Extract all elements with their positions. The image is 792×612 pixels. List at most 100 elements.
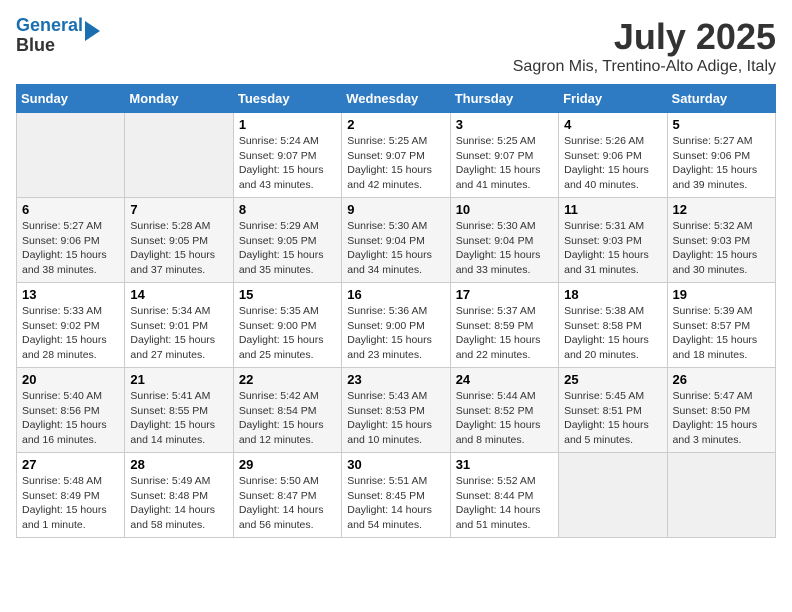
day-number: 20 — [22, 372, 119, 387]
day-number: 5 — [673, 117, 770, 132]
day-number: 10 — [456, 202, 553, 217]
day-number: 24 — [456, 372, 553, 387]
day-info: Sunrise: 5:51 AM Sunset: 8:45 PM Dayligh… — [347, 474, 444, 533]
day-info: Sunrise: 5:35 AM Sunset: 9:00 PM Dayligh… — [239, 304, 336, 363]
day-info: Sunrise: 5:28 AM Sunset: 9:05 PM Dayligh… — [130, 219, 227, 278]
calendar-cell — [125, 113, 233, 198]
day-info: Sunrise: 5:24 AM Sunset: 9:07 PM Dayligh… — [239, 134, 336, 193]
calendar-cell: 3Sunrise: 5:25 AM Sunset: 9:07 PM Daylig… — [450, 113, 558, 198]
day-number: 23 — [347, 372, 444, 387]
location-subtitle: Sagron Mis, Trentino-Alto Adige, Italy — [513, 58, 776, 76]
title-block: July 2025 Sagron Mis, Trentino-Alto Adig… — [513, 16, 776, 76]
day-info: Sunrise: 5:44 AM Sunset: 8:52 PM Dayligh… — [456, 389, 553, 448]
day-number: 26 — [673, 372, 770, 387]
day-info: Sunrise: 5:48 AM Sunset: 8:49 PM Dayligh… — [22, 474, 119, 533]
day-info: Sunrise: 5:41 AM Sunset: 8:55 PM Dayligh… — [130, 389, 227, 448]
calendar-cell: 13 Sunrise: 5:33 AM Sunset: 9:02 PM Dayli… — [17, 283, 125, 368]
day-info: Sunrise: 5:38 AM Sunset: 8:58 PM Dayligh… — [564, 304, 661, 363]
day-number: 1 — [239, 117, 336, 132]
day-info: Sunrise: 5:40 AM Sunset: 8:56 PM Dayligh… — [22, 389, 119, 448]
logo-arrow-icon — [85, 21, 100, 41]
day-info: Sunrise: 5:30 AM Sunset: 9:04 PM Dayligh… — [347, 219, 444, 278]
calendar-cell: 16 Sunrise: 5:36 AM Sunset: 9:00 PM Dayli… — [342, 283, 450, 368]
day-number: 6 — [22, 202, 119, 217]
calendar-cell: 25 Sunrise: 5:45 AM Sunset: 8:51 PM Dayli… — [559, 368, 667, 453]
day-info: Sunrise: 5:33 AM Sunset: 9:02 PM Dayligh… — [22, 304, 119, 363]
day-info: Sunrise: 5:29 AM Sunset: 9:05 PM Dayligh… — [239, 219, 336, 278]
day-number: 2 — [347, 117, 444, 132]
day-number: 12 — [673, 202, 770, 217]
day-number: 9 — [347, 202, 444, 217]
day-info: Sunrise: 5:36 AM Sunset: 9:00 PM Dayligh… — [347, 304, 444, 363]
logo: General Blue — [16, 16, 100, 56]
weekday-header-friday: Friday — [559, 85, 667, 113]
calendar-cell: 29 Sunrise: 5:50 AM Sunset: 8:47 PM Dayli… — [233, 453, 341, 538]
calendar-table: SundayMondayTuesdayWednesdayThursdayFrid… — [16, 84, 776, 538]
calendar-cell: 1 Sunrise: 5:24 AM Sunset: 9:07 PM Daylig… — [233, 113, 341, 198]
calendar-cell: 9 Sunrise: 5:30 AM Sunset: 9:04 PM Daylig… — [342, 198, 450, 283]
day-info: Sunrise: 5:27 AM Sunset: 9:06 PM Dayligh… — [673, 134, 770, 193]
day-number: 28 — [130, 457, 227, 472]
calendar-week-row: 6Sunrise: 5:27 AM Sunset: 9:06 PM Daylig… — [17, 198, 776, 283]
calendar-cell: 11Sunrise: 5:31 AM Sunset: 9:03 PM Dayli… — [559, 198, 667, 283]
day-info: Sunrise: 5:26 AM Sunset: 9:06 PM Dayligh… — [564, 134, 661, 193]
calendar-cell: 7 Sunrise: 5:28 AM Sunset: 9:05 PM Daylig… — [125, 198, 233, 283]
day-number: 11 — [564, 202, 661, 217]
weekday-header-tuesday: Tuesday — [233, 85, 341, 113]
weekday-header-row: SundayMondayTuesdayWednesdayThursdayFrid… — [17, 85, 776, 113]
calendar-cell: 8 Sunrise: 5:29 AM Sunset: 9:05 PM Daylig… — [233, 198, 341, 283]
weekday-header-wednesday: Wednesday — [342, 85, 450, 113]
calendar-cell — [559, 453, 667, 538]
calendar-cell: 18 Sunrise: 5:38 AM Sunset: 8:58 PM Dayli… — [559, 283, 667, 368]
calendar-cell: 21Sunrise: 5:41 AM Sunset: 8:55 PM Dayli… — [125, 368, 233, 453]
calendar-cell: 30Sunrise: 5:51 AM Sunset: 8:45 PM Dayli… — [342, 453, 450, 538]
calendar-cell: 20 Sunrise: 5:40 AM Sunset: 8:56 PM Dayli… — [17, 368, 125, 453]
calendar-cell: 28 Sunrise: 5:49 AM Sunset: 8:48 PM Dayli… — [125, 453, 233, 538]
day-info: Sunrise: 5:49 AM Sunset: 8:48 PM Dayligh… — [130, 474, 227, 533]
day-info: Sunrise: 5:34 AM Sunset: 9:01 PM Dayligh… — [130, 304, 227, 363]
day-number: 4 — [564, 117, 661, 132]
calendar-cell: 27 Sunrise: 5:48 AM Sunset: 8:49 PM Dayli… — [17, 453, 125, 538]
calendar-cell: 5 Sunrise: 5:27 AM Sunset: 9:06 PM Daylig… — [667, 113, 775, 198]
day-number: 13 — [22, 287, 119, 302]
day-number: 29 — [239, 457, 336, 472]
day-number: 17 — [456, 287, 553, 302]
day-number: 16 — [347, 287, 444, 302]
calendar-cell: 26Sunrise: 5:47 AM Sunset: 8:50 PM Dayli… — [667, 368, 775, 453]
calendar-cell: 31 Sunrise: 5:52 AM Sunset: 8:44 PM Dayli… — [450, 453, 558, 538]
logo-text: General Blue — [16, 16, 83, 56]
day-info: Sunrise: 5:30 AM Sunset: 9:04 PM Dayligh… — [456, 219, 553, 278]
day-info: Sunrise: 5:52 AM Sunset: 8:44 PM Dayligh… — [456, 474, 553, 533]
day-info: Sunrise: 5:42 AM Sunset: 8:54 PM Dayligh… — [239, 389, 336, 448]
weekday-header-saturday: Saturday — [667, 85, 775, 113]
calendar-week-row: 13 Sunrise: 5:33 AM Sunset: 9:02 PM Dayli… — [17, 283, 776, 368]
calendar-cell: 19Sunrise: 5:39 AM Sunset: 8:57 PM Dayli… — [667, 283, 775, 368]
calendar-cell: 14 Sunrise: 5:34 AM Sunset: 9:01 PM Dayli… — [125, 283, 233, 368]
day-number: 7 — [130, 202, 227, 217]
day-number: 27 — [22, 457, 119, 472]
weekday-header-sunday: Sunday — [17, 85, 125, 113]
day-number: 19 — [673, 287, 770, 302]
day-info: Sunrise: 5:25 AM Sunset: 9:07 PM Dayligh… — [347, 134, 444, 193]
day-number: 8 — [239, 202, 336, 217]
day-number: 14 — [130, 287, 227, 302]
calendar-cell: 4 Sunrise: 5:26 AM Sunset: 9:06 PM Daylig… — [559, 113, 667, 198]
weekday-header-monday: Monday — [125, 85, 233, 113]
day-info: Sunrise: 5:37 AM Sunset: 8:59 PM Dayligh… — [456, 304, 553, 363]
day-number: 15 — [239, 287, 336, 302]
day-info: Sunrise: 5:50 AM Sunset: 8:47 PM Dayligh… — [239, 474, 336, 533]
calendar-week-row: 1 Sunrise: 5:24 AM Sunset: 9:07 PM Daylig… — [17, 113, 776, 198]
day-number: 25 — [564, 372, 661, 387]
month-title: July 2025 — [513, 16, 776, 58]
calendar-cell: 24 Sunrise: 5:44 AM Sunset: 8:52 PM Dayli… — [450, 368, 558, 453]
calendar-cell: 2 Sunrise: 5:25 AM Sunset: 9:07 PM Daylig… — [342, 113, 450, 198]
day-info: Sunrise: 5:32 AM Sunset: 9:03 PM Dayligh… — [673, 219, 770, 278]
day-number: 18 — [564, 287, 661, 302]
calendar-cell: 10 Sunrise: 5:30 AM Sunset: 9:04 PM Dayli… — [450, 198, 558, 283]
calendar-cell: 12 Sunrise: 5:32 AM Sunset: 9:03 PM Dayli… — [667, 198, 775, 283]
weekday-header-thursday: Thursday — [450, 85, 558, 113]
day-info: Sunrise: 5:45 AM Sunset: 8:51 PM Dayligh… — [564, 389, 661, 448]
calendar-cell: 6Sunrise: 5:27 AM Sunset: 9:06 PM Daylig… — [17, 198, 125, 283]
day-number: 31 — [456, 457, 553, 472]
calendar-cell: 15 Sunrise: 5:35 AM Sunset: 9:00 PM Dayli… — [233, 283, 341, 368]
